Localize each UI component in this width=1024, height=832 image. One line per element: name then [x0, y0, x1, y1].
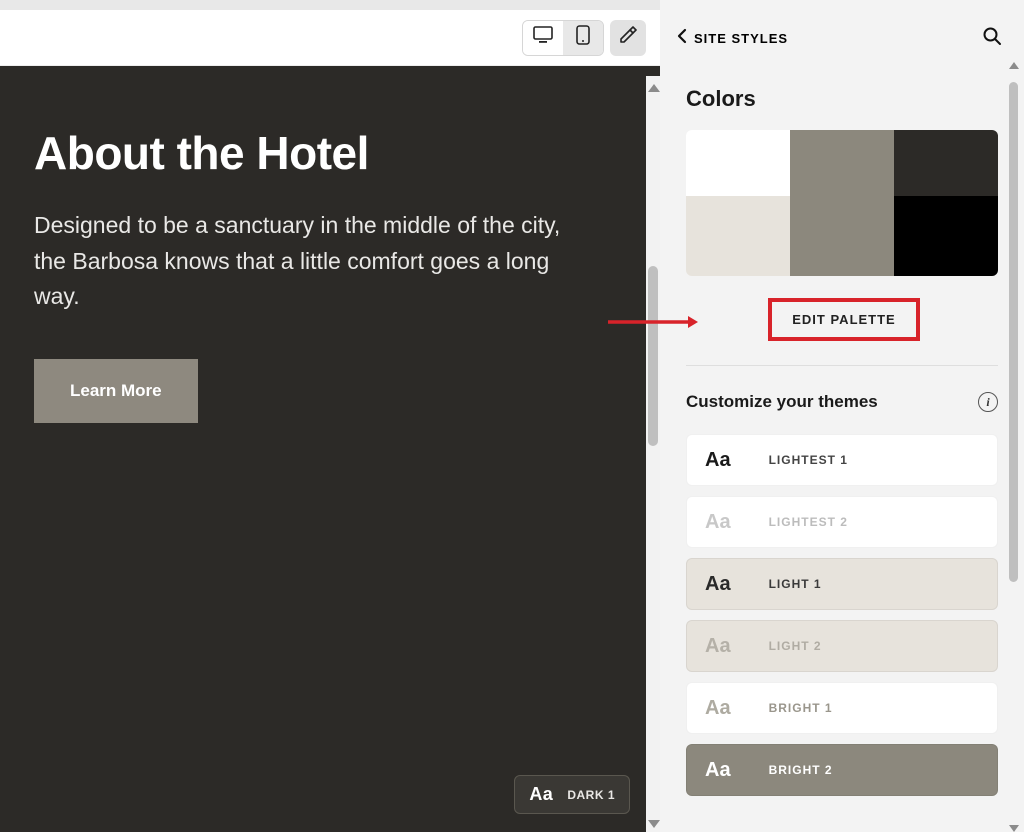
- device-toggle: [522, 20, 604, 56]
- theme-card[interactable]: Aa BRIGHT 1: [686, 682, 998, 734]
- page-preview: About the Hotel Designed to be a sanctua…: [0, 66, 660, 832]
- theme-card[interactable]: Aa LIGHTEST 1: [686, 434, 998, 486]
- scroll-up-icon: [1009, 62, 1019, 69]
- theme-name-label: LIGHTEST 1: [769, 453, 848, 467]
- desktop-icon: [533, 26, 553, 49]
- theme-card[interactable]: Aa LIGHTEST 2: [686, 496, 998, 548]
- palette-swatch[interactable]: [686, 130, 790, 196]
- chevron-left-icon: [676, 28, 688, 49]
- theme-card[interactable]: Aa LIGHT 1: [686, 558, 998, 610]
- sidebar-header: SITE STYLES: [660, 10, 1024, 66]
- scrollbar-thumb[interactable]: [648, 266, 658, 446]
- hero-title: About the Hotel: [34, 126, 626, 180]
- current-theme-badge[interactable]: Aa DARK 1: [514, 775, 630, 814]
- info-icon[interactable]: i: [978, 392, 998, 412]
- theme-sample-text: Aa: [529, 784, 553, 805]
- divider: [686, 365, 998, 366]
- palette-swatch[interactable]: [894, 196, 998, 276]
- palette-swatch[interactable]: [790, 196, 894, 276]
- back-label: SITE STYLES: [694, 31, 788, 46]
- scroll-down-icon: [648, 820, 660, 828]
- theme-name-label: BRIGHT 2: [769, 763, 833, 777]
- theme-sample-text: Aa: [705, 449, 731, 472]
- desktop-view-button[interactable]: [523, 21, 563, 55]
- scroll-up-icon: [648, 84, 660, 92]
- theme-card[interactable]: Aa BRIGHT 2: [686, 744, 998, 796]
- palette-swatch[interactable]: [894, 130, 998, 196]
- edit-palette-button[interactable]: EDIT PALETTE: [768, 298, 919, 341]
- back-button[interactable]: SITE STYLES: [676, 28, 788, 49]
- sidebar-scrollbar[interactable]: [1006, 72, 1020, 822]
- theme-name-label: LIGHT 1: [769, 577, 822, 591]
- preview-scrollbar[interactable]: [646, 76, 660, 832]
- theme-sample-text: Aa: [705, 511, 731, 534]
- theme-sample-text: Aa: [705, 697, 731, 720]
- learn-more-button[interactable]: Learn More: [34, 359, 198, 423]
- palette-swatch[interactable]: [790, 130, 894, 196]
- theme-sample-text: Aa: [705, 573, 731, 596]
- theme-card[interactable]: Aa LIGHT 2: [686, 620, 998, 672]
- preview-toolbar: [0, 10, 660, 66]
- theme-name-label: LIGHT 2: [769, 639, 822, 653]
- theme-sample-text: Aa: [705, 635, 731, 658]
- mobile-view-button[interactable]: [563, 21, 603, 55]
- colors-section-title: Colors: [686, 86, 998, 112]
- theme-name-label: BRIGHT 1: [769, 701, 833, 715]
- palette-preview[interactable]: [686, 130, 998, 276]
- theme-name-label: LIGHTEST 2: [769, 515, 848, 529]
- preview-panel: About the Hotel Designed to be a sanctua…: [0, 10, 660, 832]
- hero-body: Designed to be a sanctuary in the middle…: [34, 208, 594, 315]
- scrollbar-thumb[interactable]: [1009, 82, 1018, 582]
- theme-name: DARK 1: [567, 788, 615, 802]
- styles-button[interactable]: [610, 20, 646, 56]
- palette-swatch[interactable]: [686, 196, 790, 276]
- search-button[interactable]: [982, 26, 1002, 51]
- site-styles-sidebar: SITE STYLES Colors EDIT PALETTE Customiz…: [660, 0, 1024, 832]
- scroll-down-icon: [1009, 825, 1019, 832]
- theme-list: Aa LIGHTEST 1 Aa LIGHTEST 2 Aa LIGHT 1 Aa LIGHT…: [686, 434, 998, 796]
- paintbrush-icon: [618, 25, 638, 50]
- mobile-icon: [576, 25, 590, 50]
- customize-themes-label: Customize your themes: [686, 392, 878, 412]
- theme-sample-text: Aa: [705, 759, 731, 782]
